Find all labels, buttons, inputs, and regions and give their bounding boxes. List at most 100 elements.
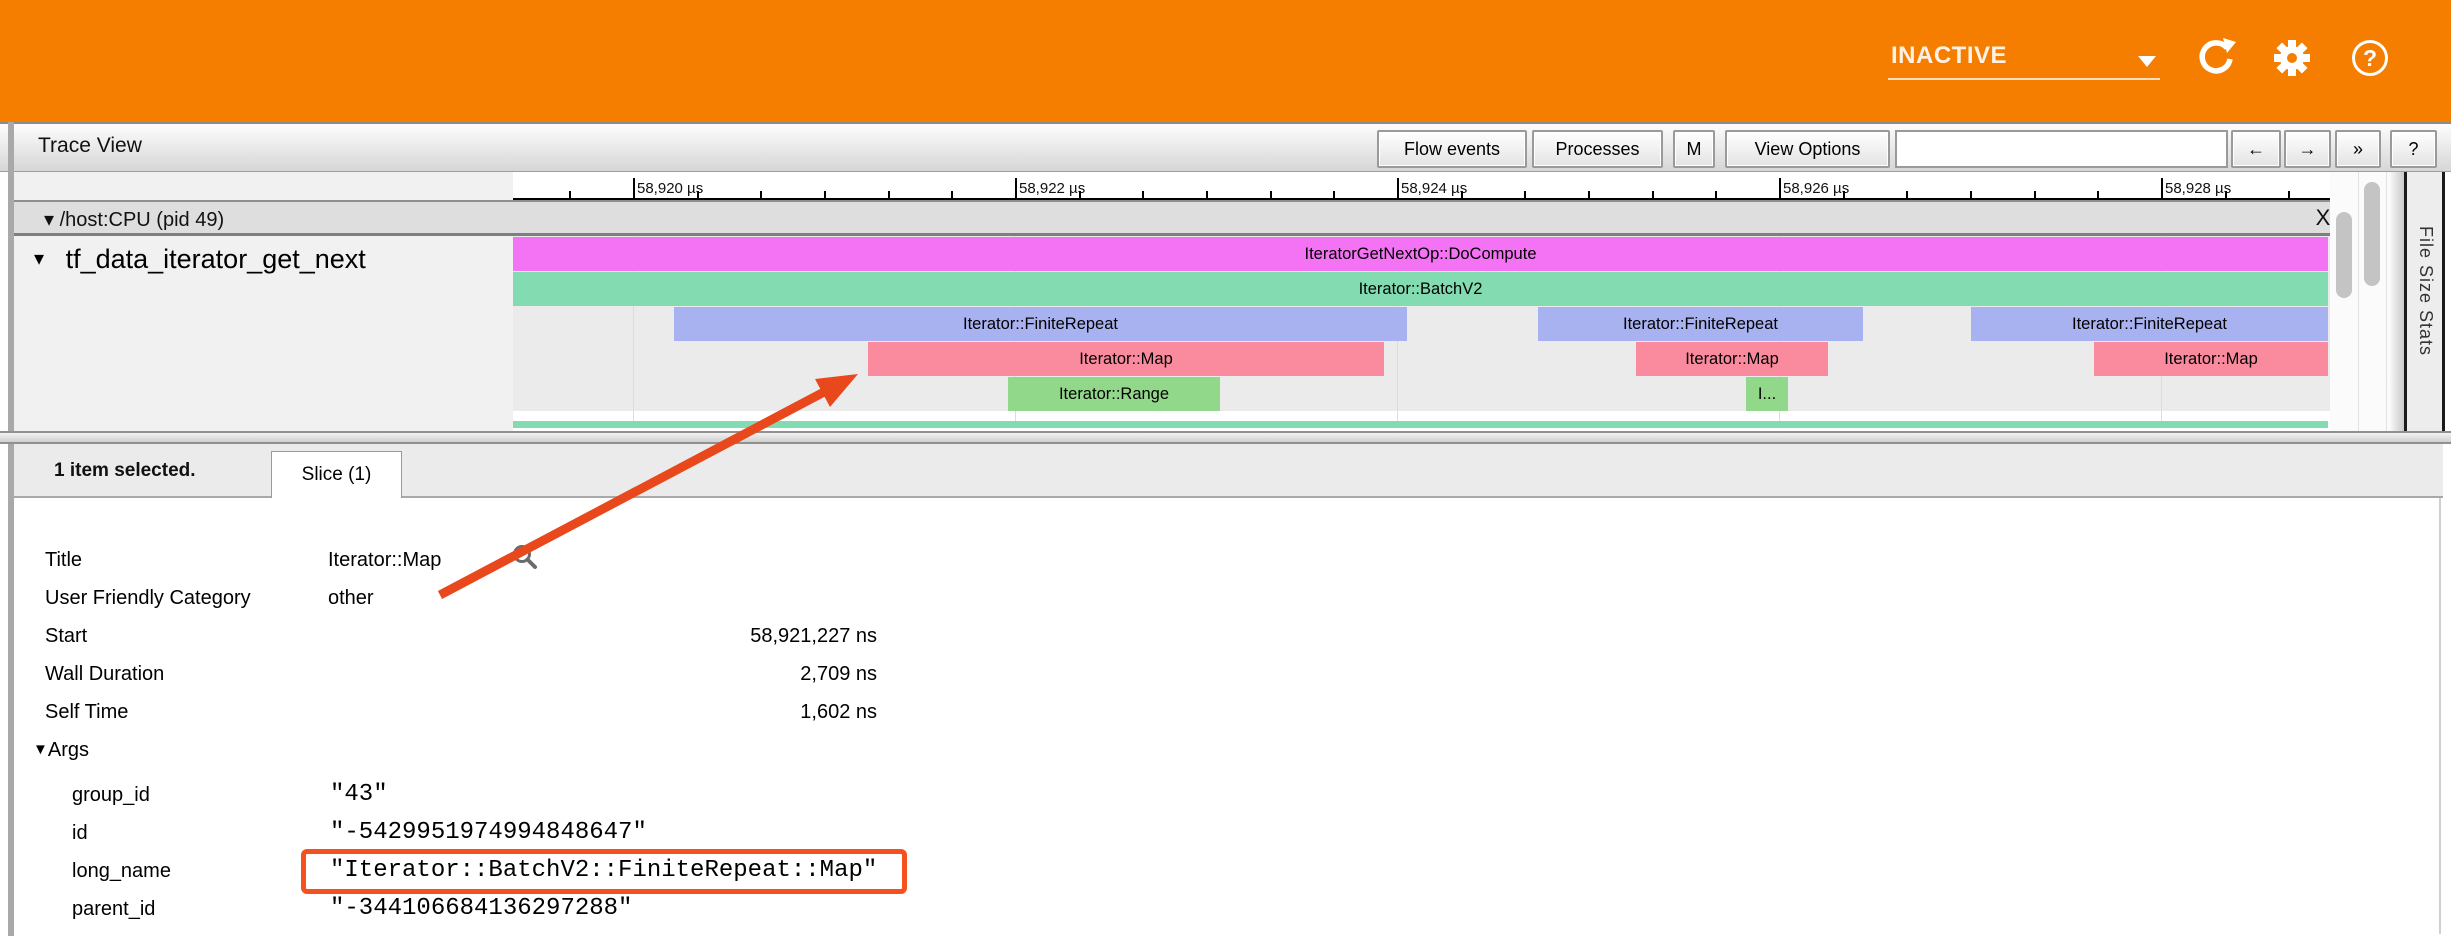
minor-tick <box>2034 191 2036 199</box>
detail-row: Start 58,921,227 ns <box>0 617 2400 655</box>
trace-viewer-app: INACTIVE ? Trace View Flow eventsProcess… <box>0 0 2451 936</box>
panel-splitter[interactable] <box>0 431 2451 444</box>
arg-row: parent_id "-344106684136297288" <box>0 890 2400 928</box>
trace-slice[interactable]: Iterator::FiniteRepeat <box>1971 307 2328 341</box>
detail-label: Self Time <box>45 693 128 731</box>
detail-value: 58,921,227 ns <box>328 617 877 655</box>
toolbar-button-processes[interactable]: Processes <box>1532 130 1663 168</box>
scrollbar-gradient-strip <box>2388 172 2404 431</box>
trace-slice[interactable]: Iterator::BatchV2 <box>513 272 2328 306</box>
minor-tick <box>1715 191 1717 199</box>
help-icon[interactable]: ? <box>2352 40 2388 76</box>
arg-key: parent_id <box>72 890 155 928</box>
toolbar-button-flow-events[interactable]: Flow events <box>1377 130 1527 168</box>
minor-tick <box>951 191 953 199</box>
trace-slice[interactable]: Iterator::Map <box>868 342 1384 376</box>
detail-row: Title Iterator::Map <box>0 541 2400 579</box>
annotation-highlight-box <box>301 849 907 894</box>
vertical-scrollbar-thumb[interactable] <box>2364 182 2380 286</box>
minor-tick <box>1079 191 1081 199</box>
file-size-stats-label: File Size Stats <box>2415 226 2436 356</box>
detail-value: 2,709 ns <box>328 655 877 693</box>
expand-button[interactable]: » <box>2335 130 2381 168</box>
arg-value: "-5429951974994848647" <box>330 814 647 852</box>
minor-tick <box>2097 191 2099 199</box>
vertical-scrollbar-thumb[interactable] <box>2336 212 2352 298</box>
collapse-arrow-icon[interactable]: ▾ <box>34 248 44 270</box>
minor-tick <box>824 191 826 199</box>
file-size-stats-drawer-tab[interactable]: File Size Stats <box>2404 172 2445 431</box>
major-tick <box>1779 178 1781 199</box>
trace-slice[interactable]: Iterator::FiniteRepeat <box>1538 307 1863 341</box>
toolbar-button-m[interactable]: M <box>1673 130 1715 168</box>
refresh-icon[interactable] <box>2196 38 2236 78</box>
minor-tick <box>1206 191 1208 199</box>
trace-slice[interactable]: Iterator::Map <box>2094 342 2328 376</box>
minor-tick <box>569 191 571 199</box>
tick-label: 58,920 µs <box>637 180 703 197</box>
arg-value: "-344106684136297288" <box>330 890 632 928</box>
caret-down-icon <box>2138 56 2156 67</box>
minor-tick <box>1142 191 1144 199</box>
detail-label: Wall Duration <box>45 655 164 693</box>
process-track-header[interactable]: ▾ /host:CPU (pid 49) X <box>14 200 2330 236</box>
detail-row: Self Time 1,602 ns <box>0 693 2400 731</box>
trace-slice[interactable]: Iterator::FiniteRepeat <box>674 307 1407 341</box>
minor-tick <box>1333 191 1335 199</box>
trace-slice[interactable]: Iterator::Map <box>1636 342 1828 376</box>
trace-slice[interactable]: Iterator::Range <box>1008 377 1220 411</box>
status-dropdown[interactable]: INACTIVE <box>1888 40 2160 80</box>
minor-tick <box>1652 191 1654 199</box>
minor-tick <box>760 191 762 199</box>
args-label: Args <box>48 739 89 761</box>
selection-count-label: 1 item selected. <box>54 460 196 482</box>
minor-tick <box>1843 191 1845 199</box>
minor-tick <box>1906 191 1908 199</box>
trace-slice[interactable]: I... <box>1746 377 1788 411</box>
thread-track-label[interactable]: ▾ tf_data_iterator_get_next <box>34 244 366 275</box>
trace-slice-partial[interactable] <box>513 421 2328 428</box>
tick-label: 58,924 µs <box>1401 180 1467 197</box>
detail-row: User Friendly Categoryother <box>0 579 2400 617</box>
detail-label: Title <box>45 541 82 579</box>
major-tick <box>1015 178 1017 199</box>
tick-label: 58,922 µs <box>1019 180 1085 197</box>
scrollbar-divider <box>2358 172 2359 431</box>
detail-label: User Friendly Category <box>45 579 251 617</box>
search-input[interactable] <box>1895 130 2228 168</box>
detail-value: 1,602 ns <box>328 693 877 731</box>
arg-row: group_id "43" <box>0 776 2400 814</box>
major-tick <box>2161 178 2163 199</box>
process-name: /host:CPU (pid 49) <box>60 209 225 231</box>
arg-value: "43" <box>330 776 388 814</box>
app-header: INACTIVE ? <box>0 0 2451 122</box>
args-section-header[interactable]: ▼Args <box>33 731 89 769</box>
arg-key: group_id <box>72 776 150 814</box>
magnifier-icon[interactable] <box>511 543 539 571</box>
trace-slice[interactable]: IteratorGetNextOp::DoCompute <box>513 237 2328 271</box>
help-button[interactable]: ? <box>2390 130 2437 168</box>
tick-label: 58,926 µs <box>1783 180 1849 197</box>
minor-tick <box>2225 191 2227 199</box>
detail-value: Iterator::Map <box>328 541 441 579</box>
zoom-in-button[interactable]: → <box>2284 130 2331 168</box>
gear-icon[interactable] <box>2272 38 2312 78</box>
trace-view-title: Trace View <box>38 134 142 158</box>
minor-tick <box>1461 191 1463 199</box>
thread-name: tf_data_iterator_get_next <box>66 244 366 274</box>
arg-key: id <box>72 814 88 852</box>
toolbar-button-view-options[interactable]: View Options <box>1725 130 1890 168</box>
major-tick <box>1397 178 1399 199</box>
tab-slice[interactable]: Slice (1) <box>271 451 402 498</box>
detail-row: Wall Duration 2,709 ns <box>0 655 2400 693</box>
collapse-arrow-icon[interactable]: ▾ <box>44 209 54 231</box>
minor-tick <box>1524 191 1526 199</box>
minor-tick <box>1270 191 1272 199</box>
arg-key: long_name <box>72 852 171 890</box>
zoom-out-button[interactable]: ← <box>2231 130 2281 168</box>
status-dropdown-value: INACTIVE <box>1891 42 2007 70</box>
expand-arrow-icon[interactable]: ▼ <box>33 741 48 758</box>
major-tick <box>633 178 635 199</box>
detail-label: Start <box>45 617 87 655</box>
tick-label: 58,928 µs <box>2165 180 2231 197</box>
